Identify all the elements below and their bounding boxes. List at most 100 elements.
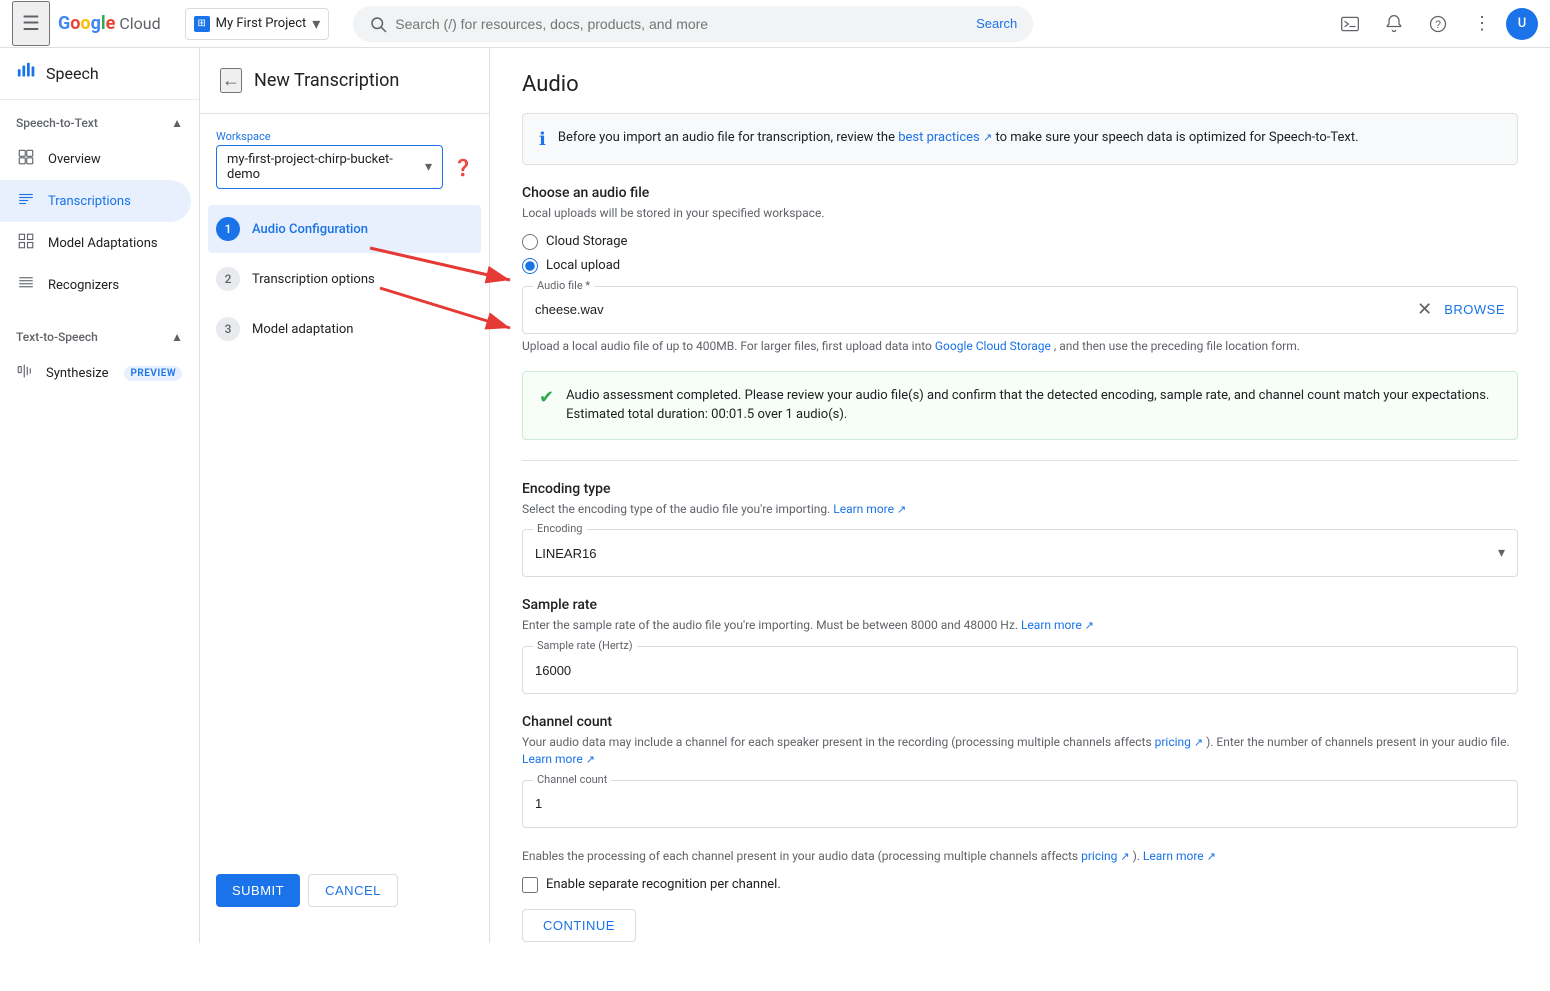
help-icon: ? xyxy=(1428,14,1448,34)
sidebar-item-recognizers-label: Recognizers xyxy=(48,278,119,293)
audio-file-input[interactable] xyxy=(535,302,1405,317)
choose-audio-hint: Local uploads will be stored in your spe… xyxy=(522,205,1518,222)
step-2-circle: 2 xyxy=(216,267,240,291)
audio-file-field: Audio file * ✕ BROWSE xyxy=(522,286,1518,334)
nav-icons: ? ⋮ U xyxy=(1330,4,1538,44)
avatar[interactable]: U xyxy=(1506,8,1538,40)
preview-badge: PREVIEW xyxy=(124,366,182,381)
sidebar-item-synthesize[interactable]: Synthesize PREVIEW xyxy=(0,352,191,394)
synthesize-icon xyxy=(16,362,34,384)
more-icon-btn[interactable]: ⋮ xyxy=(1462,4,1502,44)
sidebar-stt-section: Speech-to-Text ▲ Overview xyxy=(0,100,199,314)
sidebar-item-recognizers[interactable]: Recognizers xyxy=(0,264,191,306)
channel-count-hint: Your audio data may include a channel fo… xyxy=(522,734,1518,768)
divider-1 xyxy=(522,460,1518,461)
encoding-type-wrap: Encoding type Select the encoding type o… xyxy=(522,481,1518,578)
main-layout: Speech Speech-to-Text ▲ Overview xyxy=(0,48,1550,943)
gcs-link[interactable]: Google Cloud Storage xyxy=(935,339,1054,353)
audio-section-title: Audio xyxy=(522,72,1518,97)
choose-audio-wrap: Choose an audio file Local uploads will … xyxy=(522,185,1518,440)
wizard-sidebar: ← New Transcription Workspace my-first-p… xyxy=(200,48,490,943)
wizard-back-button[interactable]: ← xyxy=(220,68,242,93)
sample-rate-field-label: Sample rate (Hertz) xyxy=(533,639,637,652)
sidebar-item-model-adaptations[interactable]: Model Adaptations xyxy=(0,222,191,264)
help-icon-btn[interactable]: ? xyxy=(1418,4,1458,44)
project-dropdown-icon: ▾ xyxy=(312,14,320,33)
project-selector[interactable]: ⊞ My First Project ▾ xyxy=(185,8,330,40)
workspace-dropdown-icon: ▾ xyxy=(425,159,432,175)
radio-cloud-storage-input[interactable] xyxy=(522,234,538,250)
encoding-type-label: Encoding type xyxy=(522,481,1518,497)
workspace-selector-wrap: Workspace my-first-project-chirp-bucket-… xyxy=(200,130,489,205)
browse-button[interactable]: BROWSE xyxy=(1444,302,1505,317)
radio-local-upload-input[interactable] xyxy=(522,258,538,274)
best-practices-link[interactable]: best practices ↗ xyxy=(898,130,995,145)
separate-channel-checkbox[interactable] xyxy=(522,877,538,893)
sidebar-stt-header[interactable]: Speech-to-Text ▲ xyxy=(0,108,199,138)
speech-icon xyxy=(16,60,38,87)
notifications-icon-btn[interactable] xyxy=(1374,4,1414,44)
sidebar-item-transcriptions[interactable]: Transcriptions xyxy=(0,180,191,222)
sidebar-item-overview[interactable]: Overview xyxy=(0,138,191,180)
channel-count-input[interactable] xyxy=(535,796,1505,811)
terminal-icon-btn[interactable] xyxy=(1330,4,1370,44)
sample-rate-input[interactable] xyxy=(535,663,1505,678)
step-1-circle: 1 xyxy=(216,217,240,241)
sidebar-item-overview-label: Overview xyxy=(48,152,101,167)
step-1-label: Audio Configuration xyxy=(252,222,368,237)
wizard-header: ← New Transcription xyxy=(200,68,489,114)
bell-icon xyxy=(1384,14,1404,34)
step-3-label: Model adaptation xyxy=(252,322,353,337)
workspace-help-icon[interactable]: ❓ xyxy=(453,158,473,177)
workspace-select[interactable]: my-first-project-chirp-bucket-demo ▾ xyxy=(216,145,443,189)
sample-rate-label: Sample rate xyxy=(522,597,1518,613)
encoding-learn-more-link[interactable]: Learn more ↗ xyxy=(833,502,906,516)
cancel-button[interactable]: CANCEL xyxy=(308,874,398,907)
channel-per-hint: Enables the processing of each channel p… xyxy=(522,848,1518,865)
channel-per-pricing-link[interactable]: pricing ↗ xyxy=(1081,849,1132,863)
wizard-steps: 1 Audio Configuration 2 Transcription op… xyxy=(200,205,489,355)
info-icon: ℹ xyxy=(539,129,546,150)
sample-rate-hint: Enter the sample rate of the audio file … xyxy=(522,617,1518,634)
submit-button[interactable]: SUBMIT xyxy=(216,874,300,907)
audio-file-float-label: Audio file * xyxy=(533,279,594,292)
sample-rate-learn-more-link[interactable]: Learn more ↗ xyxy=(1021,618,1094,632)
sidebar: Speech Speech-to-Text ▲ Overview xyxy=(0,48,200,943)
step-2-label: Transcription options xyxy=(252,272,375,287)
search-button[interactable]: Search xyxy=(976,16,1017,31)
search-bar: Search xyxy=(353,6,1033,42)
radio-local-upload[interactable]: Local upload xyxy=(522,258,1518,274)
channel-learn-more-link[interactable]: Learn more ↗ xyxy=(522,752,595,766)
sidebar-tts-section: Text-to-Speech ▲ Synthesize PREVIEW xyxy=(0,314,199,402)
wizard-step-1[interactable]: 1 Audio Configuration xyxy=(208,205,481,253)
hamburger-menu[interactable]: ☰ xyxy=(12,1,50,46)
wizard-step-3[interactable]: 3 Model adaptation xyxy=(208,305,481,353)
channel-per-learn-more-link[interactable]: Learn more ↗ xyxy=(1143,849,1216,863)
sidebar-tts-header[interactable]: Text-to-Speech ▲ xyxy=(0,322,199,352)
continue-button[interactable]: CONTINUE xyxy=(522,909,636,942)
audio-clear-button[interactable]: ✕ xyxy=(1413,295,1436,324)
wizard-form: Audio ℹ Before you import an audio file … xyxy=(490,48,1550,943)
google-cloud-logo: Google Cloud xyxy=(58,13,161,34)
wizard-step-2[interactable]: 2 Transcription options xyxy=(208,255,481,303)
wizard-title: New Transcription xyxy=(254,70,399,91)
step-3-circle: 3 xyxy=(216,317,240,341)
wizard-panel: ← New Transcription Workspace my-first-p… xyxy=(200,48,1550,943)
info-text: Before you import an audio file for tran… xyxy=(558,128,1359,148)
success-text: Audio assessment completed. Please revie… xyxy=(566,386,1501,425)
recognizers-icon xyxy=(16,274,36,296)
search-input[interactable] xyxy=(395,16,968,32)
success-icon: ✔ xyxy=(539,387,554,408)
sidebar-item-transcriptions-label: Transcriptions xyxy=(48,194,131,209)
transcriptions-icon xyxy=(16,190,36,212)
overview-icon xyxy=(16,148,36,170)
sidebar-app-header: Speech xyxy=(0,48,199,100)
wizard-actions: SUBMIT CANCEL xyxy=(200,858,489,923)
search-icon xyxy=(369,15,387,33)
encoding-select[interactable]: LINEAR16 FLAC MULAW AMR AMR_WB OGG_OPUS xyxy=(535,546,1505,561)
svg-text:?: ? xyxy=(1435,19,1441,31)
encoding-type-hint: Select the encoding type of the audio fi… xyxy=(522,501,1518,518)
channel-count-wrap: Channel count Your audio data may includ… xyxy=(522,714,1518,828)
radio-cloud-storage[interactable]: Cloud Storage xyxy=(522,234,1518,250)
channel-pricing-link[interactable]: pricing ↗ xyxy=(1155,735,1206,749)
